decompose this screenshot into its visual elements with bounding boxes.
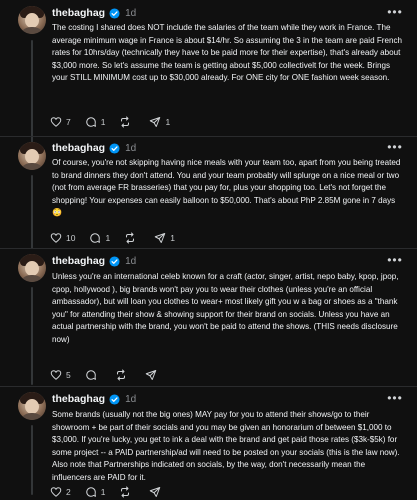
thread-line xyxy=(31,175,33,249)
verified-badge-icon xyxy=(109,255,120,267)
post-header: thebaghag 1d xyxy=(52,140,136,156)
repost-icon xyxy=(121,116,130,128)
send-icon xyxy=(145,370,156,380)
comment-icon xyxy=(85,370,96,380)
post-actions: 2 1 xyxy=(50,485,179,499)
post-time: 1d xyxy=(125,255,137,267)
repost-button[interactable] xyxy=(115,369,131,381)
comment-icon xyxy=(90,233,101,243)
share-count: 1 xyxy=(165,117,171,127)
repost-button[interactable] xyxy=(119,486,135,498)
reply-button[interactable]: 1 xyxy=(85,116,106,128)
post-actions: 7 1 1 xyxy=(50,115,184,129)
comment-icon xyxy=(85,487,96,497)
thread-line xyxy=(31,425,33,495)
post-text: Some brands (usually not the big ones) M… xyxy=(52,410,400,482)
like-count: 5 xyxy=(66,370,71,380)
heart-icon xyxy=(50,117,62,127)
post: thebaghag 1d ••• Some brands (usually no… xyxy=(0,387,417,500)
avatar[interactable] xyxy=(18,392,46,420)
repost-icon xyxy=(126,232,135,244)
send-icon xyxy=(154,233,166,243)
repost-button[interactable] xyxy=(124,232,140,244)
like-count: 10 xyxy=(66,233,76,243)
post: thebaghag 1d ••• Unless you're an intern… xyxy=(0,249,417,389)
avatar[interactable] xyxy=(18,142,46,170)
like-button[interactable]: 2 xyxy=(50,486,71,498)
share-button[interactable]: 1 xyxy=(149,116,170,128)
post-text: The costing I shared does NOT include th… xyxy=(52,23,403,83)
heart-icon xyxy=(50,233,62,243)
share-button[interactable] xyxy=(145,369,161,381)
post-time: 1d xyxy=(125,393,137,405)
share-button[interactable]: 1 xyxy=(154,232,175,244)
reply-count: 1 xyxy=(105,233,111,243)
like-count: 2 xyxy=(66,487,71,497)
like-button[interactable]: 10 xyxy=(50,232,75,244)
post-text: Unless you're an international celeb kno… xyxy=(52,272,399,344)
post-time: 1d xyxy=(125,142,137,154)
post-header: thebaghag 1d xyxy=(52,391,136,407)
verified-badge-icon xyxy=(109,142,120,154)
send-icon xyxy=(150,117,161,127)
username[interactable]: thebaghag xyxy=(52,142,105,154)
avatar[interactable] xyxy=(18,6,46,34)
verified-badge-icon xyxy=(109,393,120,405)
post-time: 1d xyxy=(125,7,137,19)
share-count: 1 xyxy=(170,233,175,243)
heart-icon xyxy=(50,487,62,497)
reply-button[interactable]: 1 xyxy=(85,486,106,498)
more-icon[interactable]: ••• xyxy=(387,141,403,155)
avatar[interactable] xyxy=(18,254,46,282)
reply-button[interactable]: 1 xyxy=(89,232,110,244)
verified-badge-icon xyxy=(109,7,120,19)
reply-button[interactable] xyxy=(85,369,101,381)
repost-button[interactable] xyxy=(119,116,135,128)
reply-count: 1 xyxy=(100,117,106,127)
post-header: thebaghag 1d xyxy=(52,5,136,21)
like-button[interactable]: 7 xyxy=(50,116,71,128)
post: thebaghag 1d ••• The costing I shared do… xyxy=(0,0,417,150)
thread-line xyxy=(31,40,33,144)
more-icon[interactable]: ••• xyxy=(387,6,403,20)
heart-icon xyxy=(50,370,62,380)
share-button[interactable] xyxy=(149,486,165,498)
username[interactable]: thebaghag xyxy=(52,255,105,267)
like-count: 7 xyxy=(66,117,71,127)
post: thebaghag 1d ••• Of course, you're not s… xyxy=(0,137,417,252)
post-text: Of course, you're not skipping having ni… xyxy=(52,158,401,218)
more-icon[interactable]: ••• xyxy=(387,392,403,406)
repost-icon xyxy=(121,486,130,498)
username[interactable]: thebaghag xyxy=(52,393,105,405)
username[interactable]: thebaghag xyxy=(52,7,105,19)
post-header: thebaghag 1d xyxy=(52,253,136,269)
like-button[interactable]: 5 xyxy=(50,369,71,381)
more-icon[interactable]: ••• xyxy=(387,254,403,268)
thread-line xyxy=(31,287,33,385)
post-actions: 10 1 1 xyxy=(50,231,189,245)
reply-count: 1 xyxy=(100,487,106,497)
repost-icon xyxy=(116,369,125,381)
post-actions: 5 xyxy=(50,368,175,382)
comment-icon xyxy=(85,117,96,127)
thread-feed: thebaghag 1d ••• The costing I shared do… xyxy=(0,0,417,500)
send-icon xyxy=(150,487,161,497)
